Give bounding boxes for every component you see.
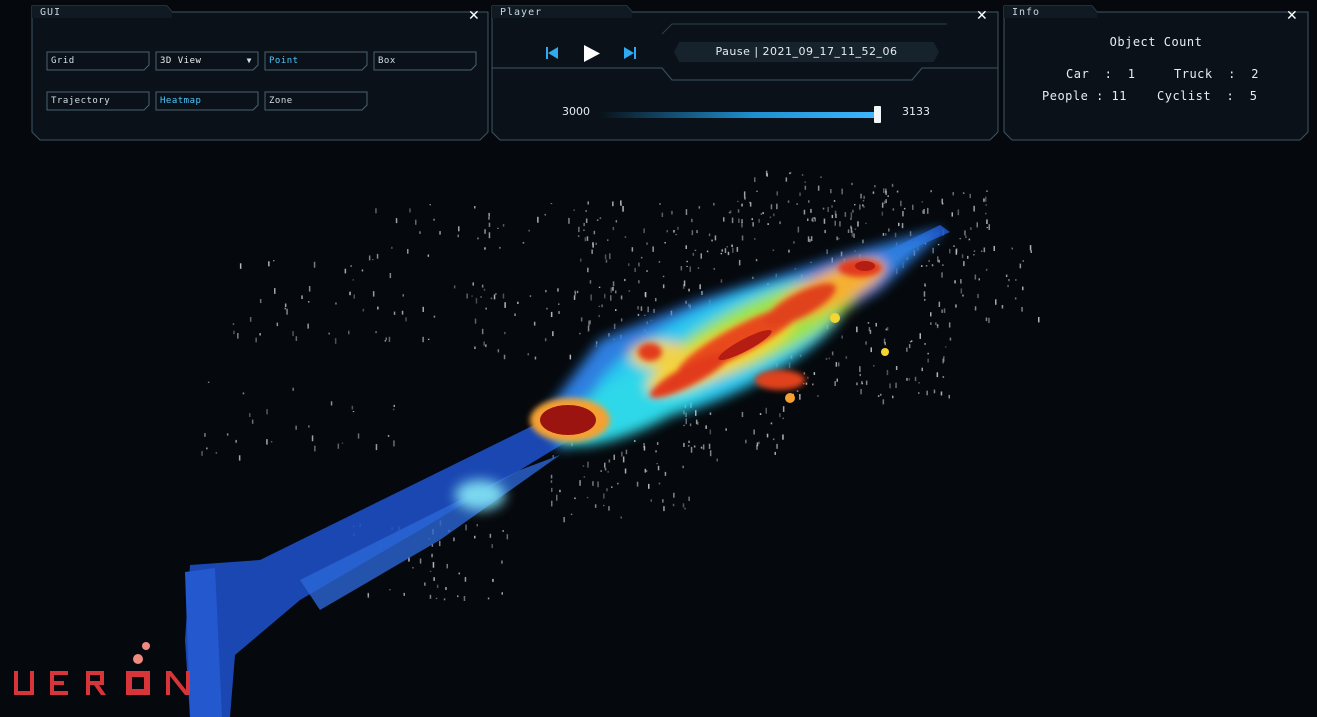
info-panel: Info ✕ Object Count Car : 1 Truck : 2 Pe… xyxy=(1003,4,1309,141)
trajectory-button-label: Trajectory xyxy=(51,96,111,106)
zone-button-label: Zone xyxy=(269,96,293,106)
player-panel-frame xyxy=(491,5,999,141)
box-button-label: Box xyxy=(378,56,396,66)
gui-panel-title: GUI xyxy=(40,7,62,18)
slider-handle[interactable] xyxy=(874,106,881,123)
3d-view-label: 3D View xyxy=(160,56,202,66)
range-start-label: 3000 xyxy=(562,105,590,118)
heatmap-button[interactable]: Heatmap xyxy=(155,91,259,111)
3d-view-dropdown[interactable]: 3D View ▼ xyxy=(155,51,259,71)
close-icon[interactable]: ✕ xyxy=(1286,9,1298,23)
object-count-heading: Object Count xyxy=(1109,35,1203,49)
gui-panel-frame xyxy=(31,5,489,141)
point-button-label: Point xyxy=(269,56,299,66)
heatmap-button-label: Heatmap xyxy=(160,96,202,106)
info-panel-title: Info xyxy=(1012,7,1041,18)
close-icon[interactable]: ✕ xyxy=(468,9,480,23)
info-panel-frame xyxy=(1003,5,1309,141)
close-icon[interactable]: ✕ xyxy=(976,9,988,23)
player-panel: Player ✕ Pause | 2021_09_17_11_52_06 300… xyxy=(491,4,999,141)
zone-button[interactable]: Zone xyxy=(264,91,368,111)
grid-button-label: Grid xyxy=(51,56,75,66)
grid-button[interactable]: Grid xyxy=(46,51,150,71)
play-icon[interactable] xyxy=(584,45,600,62)
skip-forward-icon[interactable] xyxy=(624,47,636,59)
player-panel-title: Player xyxy=(500,7,543,18)
heatmap-layer xyxy=(185,225,950,717)
trajectory-button[interactable]: Trajectory xyxy=(46,91,150,111)
ueron-logo xyxy=(14,642,190,695)
car-count: Car : 1 xyxy=(1066,67,1136,81)
skip-back-icon[interactable] xyxy=(546,47,558,59)
box-button[interactable]: Box xyxy=(373,51,477,71)
timeline-slider[interactable] xyxy=(599,112,879,118)
playback-status: Pause | 2021_09_17_11_52_06 xyxy=(715,45,898,58)
range-end-label: 3133 xyxy=(902,105,930,118)
point-button[interactable]: Point xyxy=(264,51,368,71)
cyclist-count: Cyclist : 5 xyxy=(1157,89,1258,103)
chevron-down-icon: ▼ xyxy=(246,56,252,65)
people-count: People : 11 xyxy=(1042,89,1127,103)
truck-count: Truck : 2 xyxy=(1174,67,1259,81)
gui-panel: GUI ✕ Grid 3D View ▼ Point Box Trajector… xyxy=(31,4,489,141)
